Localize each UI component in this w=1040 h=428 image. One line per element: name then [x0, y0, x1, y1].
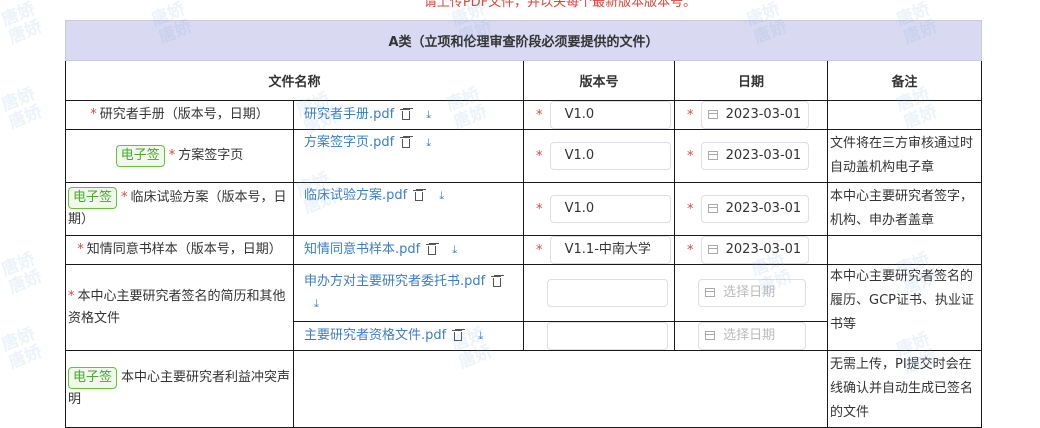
empty-cell	[293, 350, 828, 428]
date-cell: 选择日期	[674, 321, 828, 351]
file-cell: 研究者手册.pdf ⤓	[293, 100, 524, 130]
download-icon[interactable]: ⤓	[314, 293, 319, 315]
doc-name-cell: 电子签 本中心主要研究者利益冲突声明	[65, 350, 294, 428]
date-picker[interactable]: 选择日期	[698, 322, 807, 350]
calendar-icon	[705, 288, 716, 297]
file-cell: 知情同意书样本.pdf ⤓	[293, 235, 524, 265]
date-picker[interactable]: 选择日期	[698, 279, 807, 307]
version-cell	[523, 321, 675, 351]
section-title: A类（立项和伦理审查阶段必须要提供的文件）	[64, 20, 983, 61]
note-cell: 文件将在三方审核通过时自动盖机构电子章	[826, 129, 983, 183]
esign-badge: 电子签	[68, 187, 118, 209]
trash-icon[interactable]	[452, 329, 463, 341]
header-name: 文件名称	[65, 60, 524, 101]
doc-name: 研究者手册（版本号，日期）	[99, 107, 269, 122]
version-cell: * V1.0	[523, 182, 675, 236]
watermark: 唐娇 唐娇	[0, 249, 45, 298]
version-cell: * V1.0	[523, 100, 675, 130]
note-cell: 本中心主要研究者签名的履历、GCP证书、执业证书等	[826, 264, 983, 351]
file-cell: 临床试验方案.pdf ⤓	[293, 182, 524, 236]
watermark: 唐娇 唐娇	[0, 84, 45, 133]
date-picker[interactable]: 2023-03-01	[700, 101, 809, 129]
document-table: A类（立项和伦理审查阶段必须要提供的文件） 文件名称 版本号 日期 备注 * 研究…	[64, 20, 983, 428]
file-link[interactable]: 主要研究者资格文件.pdf	[304, 328, 446, 343]
doc-name: 方案签字页	[178, 148, 244, 163]
header-date: 日期	[674, 60, 828, 101]
date-picker[interactable]: 2023-03-01	[700, 236, 809, 264]
table-row: * 本中心主要研究者签名的简历和其他资格文件 申办方对主要研究者委托书.pdf ⤓ …	[65, 264, 983, 351]
doc-name-cell: * 研究者手册（版本号，日期）	[65, 100, 294, 130]
note-cell	[826, 235, 983, 265]
header-version: 版本号	[523, 60, 675, 101]
trash-icon[interactable]	[400, 136, 411, 148]
calendar-icon	[707, 204, 718, 213]
file-link[interactable]: 研究者手册.pdf	[304, 107, 394, 122]
doc-name-cell: 电子签 * 临床试验方案（版本号，日期）	[65, 182, 294, 236]
version-input[interactable]	[547, 279, 669, 307]
download-icon[interactable]: ⤓	[439, 185, 444, 207]
note-cell: 无需上传，PI提交时会在线确认并自动生成已签名的文件	[826, 350, 983, 428]
version-cell: * V1.1-中南大学	[523, 235, 675, 265]
file-link[interactable]: 知情同意书样本.pdf	[304, 242, 420, 257]
file-cell: 主要研究者资格文件.pdf ⤓	[293, 321, 524, 351]
date-cell: * 2023-03-01	[674, 235, 828, 265]
esign-badge: 电子签	[68, 367, 118, 389]
doc-name-cell: * 本中心主要研究者签名的简历和其他资格文件	[65, 264, 294, 351]
version-cell	[523, 264, 675, 322]
table-row: 电子签 * 方案签字页 方案签字页.pdf ⤓ * V1.0 * 2023-03-01…	[65, 129, 983, 183]
note-cell: 本中心主要研究者签字，机构、申办者盖章	[826, 182, 983, 236]
calendar-icon	[707, 110, 718, 119]
date-picker[interactable]: 2023-03-01	[700, 142, 809, 170]
doc-name: 本中心主要研究者签名的简历和其他资格文件	[68, 288, 286, 326]
upload-hint: 请上传PDF文件，并以关每个最新版本版本号。	[423, 0, 697, 10]
trash-icon[interactable]	[400, 108, 411, 120]
download-icon[interactable]: ⤓	[426, 104, 431, 126]
file-link[interactable]: 申办方对主要研究者委托书.pdf	[304, 274, 485, 289]
doc-name: 知情同意书样本（版本号，日期）	[86, 242, 282, 257]
date-picker[interactable]: 2023-03-01	[700, 195, 809, 223]
date-cell: * 2023-03-01	[674, 129, 828, 183]
version-input[interactable]	[547, 322, 669, 350]
table-row: * 知情同意书样本（版本号，日期） 知情同意书样本.pdf ⤓ * V1.1-中南大…	[65, 235, 983, 265]
download-icon[interactable]: ⤓	[478, 325, 483, 347]
watermark: 唐娇 唐娇	[0, 0, 45, 48]
file-link[interactable]: 方案签字页.pdf	[304, 135, 394, 150]
download-icon[interactable]: ⤓	[452, 239, 457, 261]
version-input[interactable]: V1.1-中南大学	[549, 236, 671, 264]
doc-name-cell: * 知情同意书样本（版本号，日期）	[65, 235, 294, 265]
file-cell: 申办方对主要研究者委托书.pdf ⤓	[293, 264, 524, 322]
trash-icon[interactable]	[491, 275, 502, 287]
table-row: 电子签 本中心主要研究者利益冲突声明 无需上传，PI提交时会在线确认并自动生成已签…	[65, 350, 983, 428]
version-input[interactable]: V1.0	[549, 195, 671, 223]
table-row: * 研究者手册（版本号，日期） 研究者手册.pdf ⤓ * V1.0 * 2023-…	[65, 100, 983, 130]
trash-icon[interactable]	[426, 243, 437, 255]
date-cell: * 2023-03-01	[674, 100, 828, 130]
date-cell: * 2023-03-01	[674, 182, 828, 236]
note-cell	[826, 100, 983, 130]
trash-icon[interactable]	[413, 189, 424, 201]
calendar-icon	[707, 245, 718, 254]
date-cell: 选择日期	[674, 264, 828, 322]
watermark: 唐娇 唐娇	[0, 324, 45, 373]
file-link[interactable]: 临床试验方案.pdf	[304, 188, 407, 203]
table-row: 电子签 * 临床试验方案（版本号，日期） 临床试验方案.pdf ⤓ * V1.0 * …	[65, 182, 983, 236]
header-note: 备注	[826, 60, 983, 101]
download-icon[interactable]: ⤓	[426, 132, 431, 154]
doc-name-cell: 电子签 * 方案签字页	[65, 129, 294, 183]
calendar-icon	[705, 331, 716, 340]
version-input[interactable]: V1.0	[549, 142, 671, 170]
esign-badge: 电子签	[115, 145, 165, 167]
calendar-icon	[707, 151, 718, 160]
file-cell: 方案签字页.pdf ⤓	[293, 129, 524, 183]
version-input[interactable]: V1.0	[549, 101, 671, 129]
version-cell: * V1.0	[523, 129, 675, 183]
